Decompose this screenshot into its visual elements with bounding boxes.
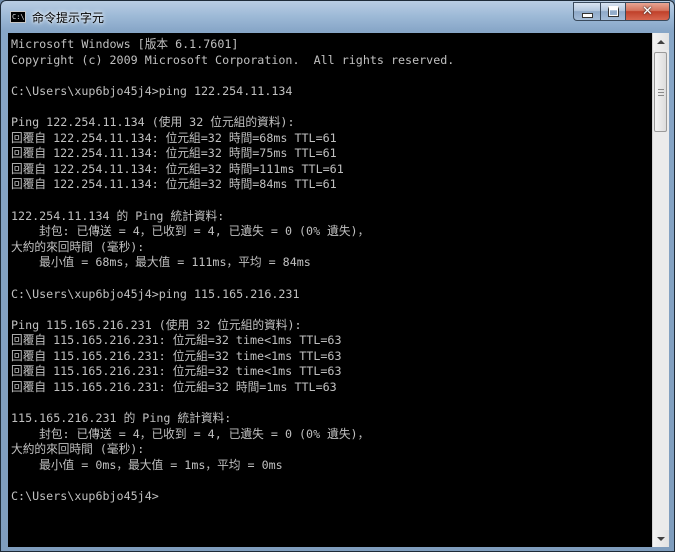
console-line: 大約的來回時間 (毫秒): [11, 442, 145, 457]
console-output[interactable]: Microsoft Windows [版本 6.1.7601] Copyright… [8, 33, 652, 547]
thumb-grip-icon [658, 89, 664, 90]
scrollbar-thumb[interactable] [654, 52, 667, 132]
console-line: 回覆自 122.254.11.134: 位元組=32 時間=111ms TTL=… [11, 161, 344, 176]
console-line: C:\Users\xup6bjo45j4>ping 115.165.216.23… [11, 286, 300, 301]
minimize-button[interactable] [573, 2, 600, 21]
console-line: Ping 115.165.216.231 (使用 32 位元組的資料): [11, 317, 302, 332]
vertical-scrollbar[interactable] [652, 33, 669, 547]
console-line: C:\Users\xup6bjo45j4> [11, 489, 159, 504]
console-line: 封包: 已傳送 = 4，已收到 = 4, 已遺失 = 0 (0% 遺失)， [11, 224, 370, 239]
console-line: 115.165.216.231 的 Ping 統計資料: [11, 411, 232, 426]
console-line: 122.254.11.134 的 Ping 統計資料: [11, 208, 225, 223]
title-bar[interactable]: C:\ 命令提示字元 ✕ [1, 1, 674, 33]
cmd-window: C:\ 命令提示字元 ✕ Microsoft Windows [版本 6.1.7… [0, 0, 675, 552]
console-line: 回覆自 115.165.216.231: 位元組=32 time<1ms TTL… [11, 333, 342, 348]
console-line: Ping 122.254.11.134 (使用 32 位元組的資料): [11, 114, 295, 129]
minimize-icon [581, 12, 593, 18]
console-line: 封包: 已傳送 = 4，已收到 = 4, 已遺失 = 0 (0% 遺失)， [11, 426, 370, 441]
caption-buttons: ✕ [573, 2, 670, 22]
scroll-up-button[interactable] [653, 33, 669, 50]
console-line: 回覆自 122.254.11.134: 位元組=32 時間=84ms TTL=6… [11, 177, 337, 192]
console-line: 回覆自 115.165.216.231: 位元組=32 time<1ms TTL… [11, 348, 342, 363]
close-button[interactable]: ✕ [626, 2, 670, 21]
scroll-down-arrow-icon [657, 536, 665, 541]
maximize-icon [607, 6, 619, 17]
console-line: Copyright (c) 2009 Microsoft Corporation… [11, 52, 455, 67]
console-line: 回覆自 115.165.216.231: 位元組=32 time<1ms TTL… [11, 364, 342, 379]
console-line: Microsoft Windows [版本 6.1.7601] [11, 37, 239, 51]
scroll-up-arrow-icon [657, 39, 665, 44]
thumb-grip-icon [658, 95, 664, 96]
window-title: 命令提示字元 [32, 11, 105, 25]
close-icon: ✕ [642, 4, 653, 19]
console-line: 大約的來回時間 (毫秒): [11, 239, 145, 254]
console-app-icon[interactable]: C:\ [10, 11, 26, 23]
thumb-grip-icon [658, 92, 664, 93]
console-line: 回覆自 122.254.11.134: 位元組=32 時間=75ms TTL=6… [11, 146, 337, 161]
console-line: 回覆自 122.254.11.134: 位元組=32 時間=68ms TTL=6… [11, 130, 337, 145]
console-text: Microsoft Windows [版本 6.1.7601] Copyright… [8, 33, 652, 505]
console-line: 最小值 = 68ms，最大值 = 111ms，平均 = 84ms [11, 255, 311, 270]
scroll-down-button[interactable] [653, 530, 669, 547]
console-line: C:\Users\xup6bjo45j4>ping 122.254.11.134 [11, 83, 293, 98]
console-line: 回覆自 115.165.216.231: 位元組=32 時間=1ms TTL=6… [11, 380, 337, 395]
maximize-button[interactable] [600, 2, 626, 21]
console-line: 最小值 = 0ms，最大值 = 1ms，平均 = 0ms [11, 458, 283, 473]
